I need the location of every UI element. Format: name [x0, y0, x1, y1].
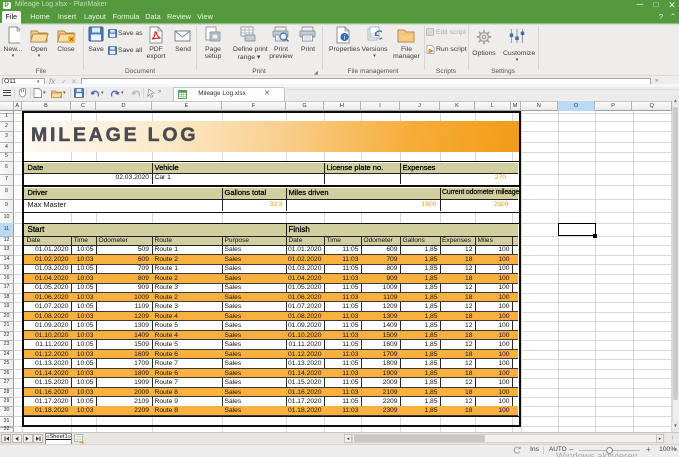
- svg-text:i: i: [344, 34, 346, 42]
- svg-text:✕: ✕: [69, 37, 74, 43]
